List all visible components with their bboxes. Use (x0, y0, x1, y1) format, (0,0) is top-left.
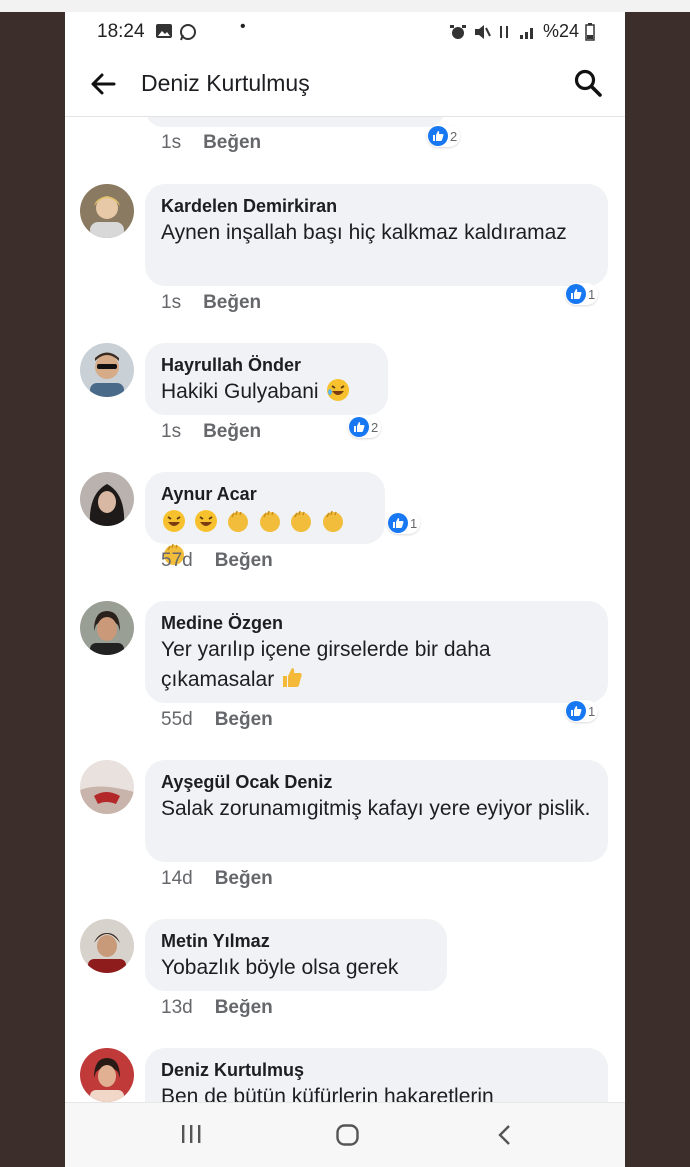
laughing-emoji-icon (326, 378, 350, 411)
home-icon[interactable] (335, 1123, 361, 1147)
clapping-hands-icon (225, 510, 251, 538)
thumbs-up-icon (566, 284, 586, 304)
top-band (0, 0, 690, 12)
comment-author[interactable]: Metin Yılmaz (161, 929, 431, 953)
header: Deniz Kurtulmuş (65, 52, 625, 117)
reaction-count[interactable]: 1 (565, 283, 599, 305)
comment-meta: 1s Beğen (161, 421, 261, 443)
avatar[interactable] (80, 760, 134, 814)
gallery-icon (156, 24, 172, 38)
comment-bubble: Kardelen Demirkiran Aynen inşallah başı … (145, 184, 608, 286)
comment-meta: 55d Beğen (161, 709, 273, 731)
avatar[interactable] (80, 472, 134, 526)
comment-meta: 1s Beğen (161, 132, 261, 154)
comment-text: Yer yarılıp içene girselerde bir daha çı… (161, 635, 592, 699)
reaction-number: 1 (588, 703, 596, 719)
like-button[interactable]: Beğen (215, 997, 273, 1018)
battery-level: %24 (542, 21, 579, 41)
search-icon[interactable] (573, 68, 603, 98)
like-button[interactable]: Beğen (215, 709, 273, 730)
comment-author[interactable]: Kardelen Demirkiran (161, 194, 592, 218)
reaction-count[interactable]: 1 (565, 700, 599, 722)
avatar[interactable] (80, 184, 134, 238)
comment-text: Ben de bütün küfürlerin hakaretlerin (161, 1085, 494, 1102)
comment-bubble: Aynur Acar (145, 472, 385, 565)
page-title: Deniz Kurtulmuş (141, 70, 310, 96)
android-nav-bar (65, 1102, 625, 1167)
thumbs-up-icon (349, 417, 369, 437)
reaction-count[interactable]: 2 (427, 125, 461, 147)
comment-meta: 1s Beğen (161, 292, 261, 314)
comment-bubble: Ayşegül Ocak Deniz Salak zorunamıgitmiş … (145, 760, 608, 862)
comment-bubble: Deniz Kurtulmuş Ben de bütün küfürlerin … (145, 1048, 608, 1102)
battery-icon (585, 22, 595, 41)
comment-author[interactable]: Ayşegül Ocak Deniz (161, 770, 592, 794)
thumbs-up-emoji-icon (280, 666, 304, 699)
avatar[interactable] (80, 919, 134, 973)
clapping-hands-icon (257, 510, 283, 538)
comment-time: 13d (161, 997, 193, 1018)
like-button[interactable]: Beğen (203, 292, 261, 313)
comment-text-content: Hakiki Gulyabani (161, 380, 319, 403)
comment-time: 1s (161, 132, 182, 153)
thumbs-up-icon (388, 513, 408, 533)
laughing-emoji-icon (193, 510, 219, 538)
status-bar: 18:24 • %24 (65, 12, 625, 52)
comment-text: Salak zorunamıgitmiş kafayı yere eyiyor … (161, 797, 591, 820)
comment-time: 55d (161, 709, 193, 730)
whatsapp-icon (180, 24, 196, 41)
like-button[interactable]: Beğen (203, 132, 261, 153)
thumbs-up-icon (428, 126, 448, 146)
like-button[interactable]: Beğen (215, 550, 273, 571)
thumbs-up-icon (566, 701, 586, 721)
comment-text: Hakiki Gulyabani (161, 377, 372, 411)
comment-time: 1s (161, 292, 182, 313)
comment-time: 14d (161, 868, 193, 889)
comment-author[interactable]: Deniz Kurtulmuş (161, 1058, 592, 1082)
clapping-hands-icon (288, 510, 314, 538)
reaction-count[interactable]: 1 (387, 512, 421, 534)
comment-bubble (145, 117, 445, 127)
comment-text: Yobazlık böyle olsa gerek (161, 956, 399, 979)
avatar[interactable] (80, 1048, 134, 1102)
reaction-count[interactable]: 2 (348, 416, 382, 438)
recents-icon[interactable] (178, 1123, 204, 1145)
comment-author[interactable]: Aynur Acar (161, 482, 369, 506)
comment-author[interactable]: Hayrullah Önder (161, 353, 372, 377)
comment-text: Aynen inşallah başı hiç kalkmaz kaldıram… (161, 221, 567, 244)
mute-icon (474, 24, 491, 39)
avatar[interactable] (80, 601, 134, 655)
phone-screen: 18:24 • %24 Deniz Kurtulmuş 1s Beğen 2 K… (65, 12, 625, 1167)
status-right: %24 (449, 21, 595, 42)
avatar[interactable] (80, 343, 134, 397)
reaction-number: 2 (371, 419, 379, 435)
reaction-number: 1 (410, 515, 418, 531)
arrow-left-icon[interactable] (89, 70, 117, 98)
comment-time: 57d (161, 550, 193, 571)
comment-time: 1s (161, 421, 182, 442)
comment-text-content: Yer yarılıp içene girselerde bir daha çı… (161, 638, 491, 691)
comments-feed[interactable]: 1s Beğen 2 Kardelen Demirkiran Aynen inşa… (65, 117, 625, 1102)
comment-bubble: Metin Yılmaz Yobazlık böyle olsa gerek (145, 919, 447, 991)
reaction-number: 1 (588, 286, 596, 302)
comment-bubble: Medine Özgen Yer yarılıp içene girselerd… (145, 601, 608, 703)
laughing-emoji-icon (161, 510, 187, 538)
signal-icon (519, 27, 533, 39)
status-time: 18:24 (97, 21, 145, 42)
comment-meta: 13d Beğen (161, 997, 273, 1019)
comment-bubble: Hayrullah Önder Hakiki Gulyabani (145, 343, 388, 415)
comment-author[interactable]: Medine Özgen (161, 611, 592, 635)
like-button[interactable]: Beğen (203, 421, 261, 442)
clapping-hands-icon (320, 510, 346, 538)
comment-meta: 57d Beğen (161, 550, 273, 572)
comment-meta: 14d Beğen (161, 868, 273, 890)
back-icon[interactable] (495, 1123, 515, 1147)
dot-icon: • (240, 18, 246, 35)
like-button[interactable]: Beğen (215, 868, 273, 889)
reaction-number: 2 (450, 128, 458, 144)
data-icon (499, 25, 508, 38)
alarm-icon (449, 24, 466, 39)
